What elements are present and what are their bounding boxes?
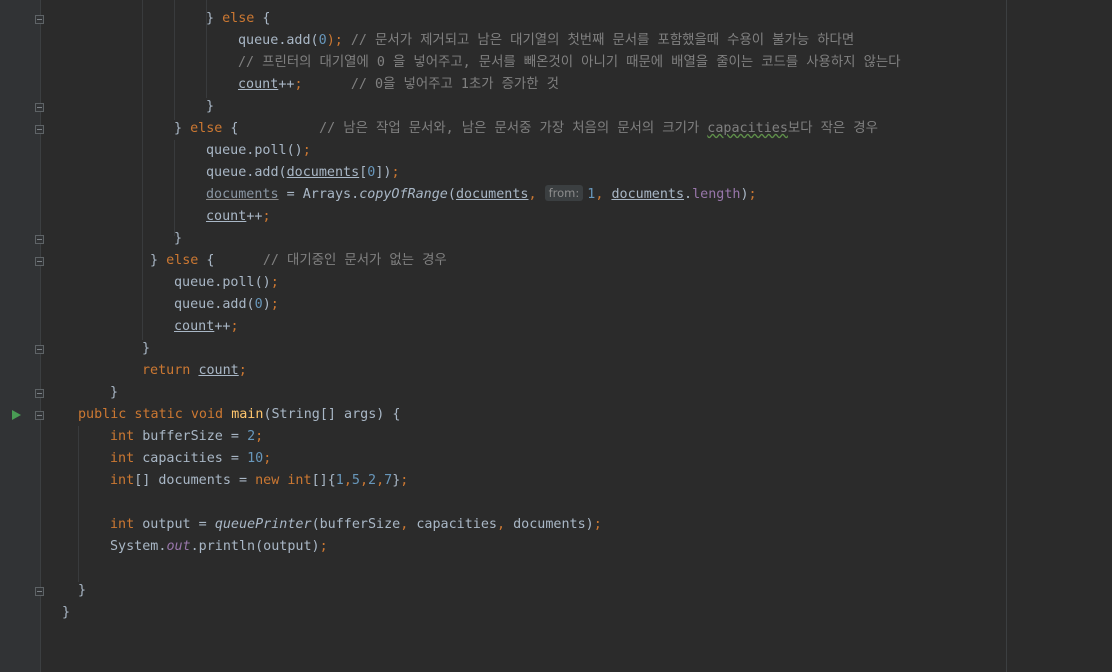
- code-line: queue.poll();: [206, 143, 311, 158]
- parameter-hint: from:: [544, 185, 584, 201]
- code-line: }: [142, 341, 151, 356]
- code-line: int[] documents = new int[]{1,5,2,7};: [110, 473, 409, 488]
- code-editor[interactable]: } else { queue.add(0); // 문서가 제거되고 남은 대기…: [0, 0, 1112, 672]
- code-line: int capacities = 10;: [110, 451, 272, 466]
- code-line: int bufferSize = 2;: [110, 429, 264, 444]
- code-line: count++;: [206, 209, 271, 224]
- code-line: } else { // 대기중인 문서가 없는 경우: [150, 253, 447, 268]
- code-line: }: [78, 583, 87, 598]
- code-line: }: [110, 385, 119, 400]
- code-line: } else {: [206, 11, 271, 26]
- code-line: queue.add(0);: [174, 297, 279, 312]
- code-line: queue.add(documents[0]);: [206, 165, 400, 180]
- code-line: } else { // 남은 작업 문서와, 남은 문서중 가장 처음의 문서의…: [174, 121, 878, 136]
- code-line: }: [206, 99, 215, 114]
- code-line: System.out.println(output);: [110, 539, 328, 554]
- code-line: count++;: [174, 319, 239, 334]
- code-line: queue.poll();: [174, 275, 279, 290]
- code-line: return count;: [142, 363, 247, 378]
- code-line: documents = Arrays.copyOfRange(documents…: [206, 185, 757, 202]
- code-line: queue.add(0); // 문서가 제거되고 남은 대기열의 첫번째 문서…: [238, 33, 855, 48]
- code-line: // 프린터의 대기열에 0 을 넣어주고, 문서를 빼온것이 아니기 때문에 …: [238, 55, 901, 70]
- code-line: public static void main(String[] args) {: [78, 407, 401, 422]
- code-line: }: [62, 605, 71, 620]
- code-line: count++; // 0을 넣어주고 1초가 증가한 것: [238, 77, 559, 92]
- code-line: int output = queuePrinter(bufferSize, ca…: [110, 517, 602, 532]
- code-line: }: [174, 231, 183, 246]
